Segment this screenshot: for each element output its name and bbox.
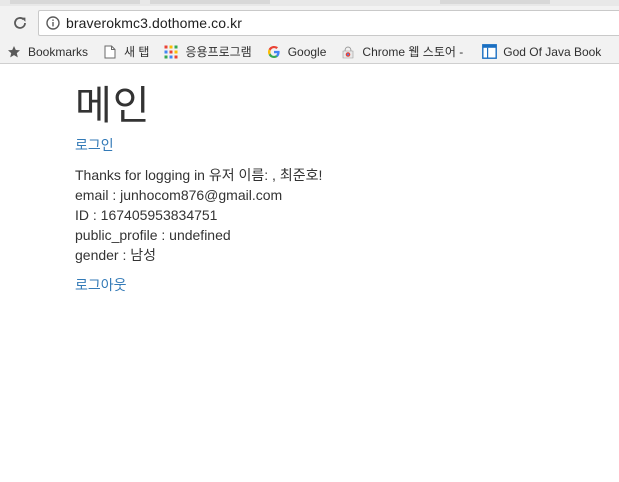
tab-ghost — [10, 0, 140, 4]
logout-link[interactable]: 로그아웃 — [75, 275, 615, 295]
chrome-webstore-icon — [340, 44, 356, 60]
user-info: Thanks for logging in 유저 이름: , 최준호! emai… — [75, 165, 615, 265]
star-icon — [6, 44, 22, 60]
url-text: braverokmc3.dothome.co.kr — [66, 15, 243, 31]
bookmark-label: 응용프로그램 — [185, 45, 252, 59]
page-icon — [102, 44, 118, 60]
reload-icon — [14, 17, 26, 29]
bookmarks-bar: Bookmarks 새 탭 응용프로그램 Google Chrome 웹 스토어… — [0, 40, 619, 64]
email-line: email : junhocom876@gmail.com — [75, 187, 283, 203]
thanks-message: Thanks for logging in 유저 이름: , 최준호! — [75, 167, 323, 183]
info-icon[interactable] — [44, 14, 62, 32]
address-bar[interactable]: braverokmc3.dothome.co.kr — [38, 10, 619, 36]
bookmark-god-of-java[interactable]: God Of Java Book — [477, 41, 605, 63]
page-content: 메인 로그인 Thanks for logging in 유저 이름: , 최준… — [75, 64, 615, 295]
public-profile-line: public_profile : undefined — [75, 227, 231, 243]
gender-line: gender : 남성 — [75, 247, 157, 263]
browser-toolbar: braverokmc3.dothome.co.kr — [0, 6, 619, 40]
tab-ghost — [150, 0, 270, 4]
window-icon — [481, 44, 497, 60]
bookmark-label: Chrome 웹 스토어 - — [362, 45, 464, 59]
bookmark-apps[interactable]: 응용프로그램 — [159, 41, 255, 63]
bookmark-new-tab[interactable]: 새 탭 — [98, 41, 153, 63]
bookmark-chrome-webstore[interactable]: Chrome 웹 스토어 - — [336, 41, 467, 63]
tab-ghost — [440, 0, 550, 4]
login-link[interactable]: 로그인 — [75, 135, 615, 155]
bookmark-label: Bookmarks — [28, 44, 89, 59]
bookmark-label: Google — [287, 44, 327, 59]
bookmark-google[interactable]: Google — [262, 41, 331, 63]
bookmark-bookmarks[interactable]: Bookmarks — [2, 41, 92, 63]
apps-grid-icon — [163, 44, 179, 60]
bookmark-label: 새 탭 — [124, 45, 150, 59]
reload-button[interactable] — [8, 11, 32, 35]
google-g-icon — [266, 44, 282, 60]
bookmark-label: God Of Java Book — [503, 44, 602, 59]
id-line: ID : 167405953834751 — [75, 207, 218, 223]
page-title: 메인 — [75, 84, 151, 128]
